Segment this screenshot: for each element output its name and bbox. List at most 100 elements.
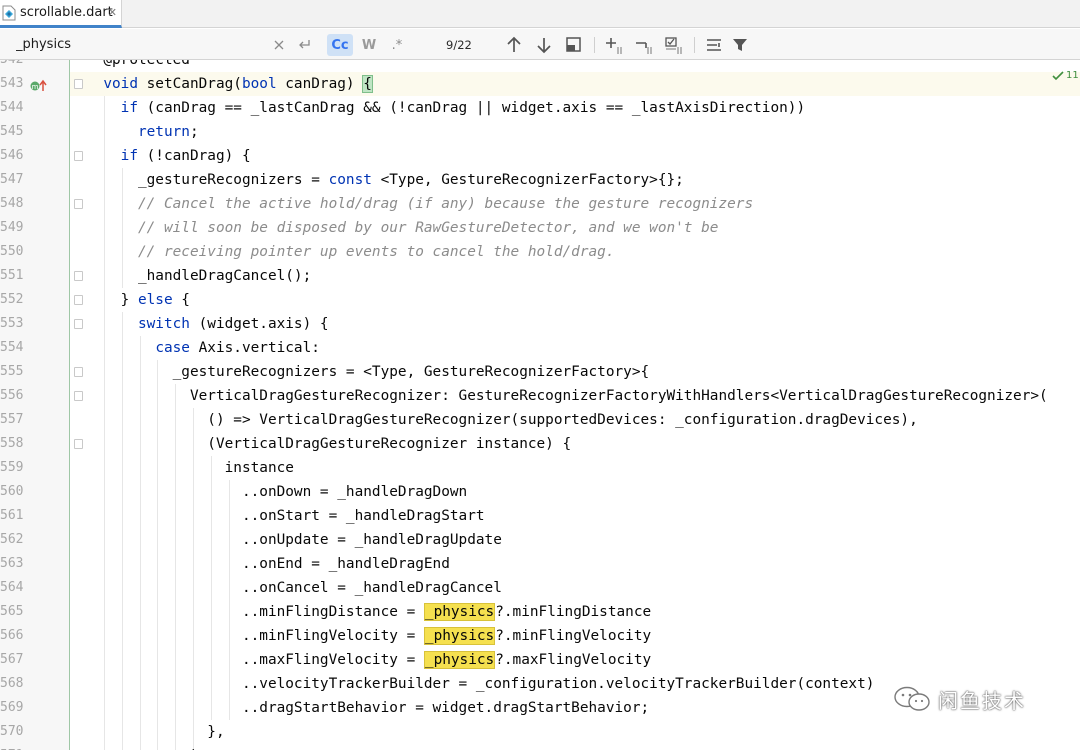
remove-occurrence-icon[interactable] bbox=[632, 33, 656, 57]
code-line[interactable]: 553 switch (widget.axis) { bbox=[0, 312, 1080, 336]
add-occurrence-icon[interactable] bbox=[602, 33, 626, 57]
line-code: // will soon be disposed by our RawGestu… bbox=[86, 220, 719, 236]
line-number: 548 bbox=[0, 196, 24, 211]
check-icon bbox=[1052, 70, 1064, 80]
code-line[interactable]: 559 instance bbox=[0, 456, 1080, 480]
line-code: instance bbox=[86, 460, 294, 476]
line-code: ..onUpdate = _handleDragUpdate bbox=[86, 532, 502, 548]
wechat-logo-icon bbox=[894, 686, 930, 711]
code-line[interactable]: 543 void setCanDrag(bool canDrag) { bbox=[0, 72, 1080, 96]
line-number: 567 bbox=[0, 652, 24, 667]
code-line[interactable]: 552 } else { bbox=[0, 288, 1080, 312]
code-line[interactable]: 567 ..maxFlingVelocity = _physics?.maxFl… bbox=[0, 648, 1080, 672]
line-code: @protected bbox=[86, 60, 190, 68]
search-history-icon[interactable] bbox=[296, 34, 312, 56]
line-number: 563 bbox=[0, 556, 24, 571]
fold-marker[interactable] bbox=[74, 391, 83, 401]
code-line[interactable]: 544 if (canDrag == _lastCanDrag && (!can… bbox=[0, 96, 1080, 120]
fold-marker[interactable] bbox=[74, 295, 83, 305]
tab-scrollable-dart[interactable]: scrollable.dart ✕ bbox=[0, 0, 122, 28]
line-code: case Axis.vertical: bbox=[155, 340, 320, 356]
line-code: // receiving pointer up events to cancel… bbox=[86, 244, 615, 260]
line-number: 543 bbox=[0, 76, 24, 91]
line-number: 546 bbox=[0, 148, 24, 163]
next-occurrence-icon[interactable] bbox=[532, 33, 556, 57]
override-method-icon[interactable]: m bbox=[30, 78, 48, 92]
line-code: ..onStart = _handleDragStart bbox=[86, 508, 485, 524]
line-number: 553 bbox=[0, 316, 24, 331]
clear-search-icon[interactable] bbox=[272, 34, 286, 56]
line-number: 542 bbox=[0, 60, 23, 72]
code-line[interactable]: 562 ..onUpdate = _handleDragUpdate bbox=[0, 528, 1080, 552]
regex-button[interactable]: .* bbox=[388, 34, 406, 56]
line-code: _handleDragCancel(); bbox=[86, 268, 312, 284]
line-number: 560 bbox=[0, 484, 24, 499]
match-case-button[interactable]: Cc bbox=[327, 34, 353, 56]
inspection-widget[interactable]: 11 bbox=[1052, 70, 1079, 81]
line-code: ..velocityTrackerBuilder = _configuratio… bbox=[86, 676, 875, 692]
line-number: 562 bbox=[0, 532, 24, 547]
code-line[interactable]: 555 _gestureRecognizers = <Type, Gesture… bbox=[0, 360, 1080, 384]
code-line[interactable]: 560 ..onDown = _handleDragDown bbox=[0, 480, 1080, 504]
find-bar: Cc W .* 9/22 bbox=[0, 29, 1080, 60]
code-editor[interactable]: 542 @protected543 void setCanDrag(bool c… bbox=[0, 60, 1080, 750]
code-line[interactable]: 547 _gestureRecognizers = const <Type, G… bbox=[0, 168, 1080, 192]
fold-marker[interactable] bbox=[74, 79, 83, 89]
line-code: }, bbox=[86, 724, 225, 740]
line-code: } else { bbox=[86, 292, 190, 308]
line-code: ..minFlingDistance = _physics?.minFlingD… bbox=[86, 603, 652, 621]
code-line[interactable]: 566 ..minFlingVelocity = _physics?.minFl… bbox=[0, 624, 1080, 648]
code-line[interactable]: 556 VerticalDragGestureRecognizer: Gestu… bbox=[0, 384, 1080, 408]
line-number: 552 bbox=[0, 292, 24, 307]
code-line[interactable]: 571 ), bbox=[0, 744, 1080, 750]
filter-icon[interactable] bbox=[728, 33, 752, 57]
fold-marker[interactable] bbox=[74, 439, 83, 449]
line-code: () => VerticalDragGestureRecognizer(supp… bbox=[86, 412, 918, 428]
fold-marker[interactable] bbox=[74, 271, 83, 281]
line-code: // Cancel the active hold/drag (if any) … bbox=[86, 196, 754, 212]
code-line[interactable]: 558 (VerticalDragGestureRecognizer insta… bbox=[0, 432, 1080, 456]
line-code: ..minFlingVelocity = _physics?.minFlingV… bbox=[86, 627, 652, 645]
inspection-count: 11 bbox=[1066, 70, 1079, 81]
fold-marker[interactable] bbox=[74, 367, 83, 377]
code-line[interactable]: 550 // receiving pointer up events to ca… bbox=[0, 240, 1080, 264]
code-line[interactable]: 546 if (!canDrag) { bbox=[0, 144, 1080, 168]
line-number: 571 bbox=[0, 744, 23, 750]
previous-occurrence-icon[interactable] bbox=[502, 33, 526, 57]
line-code: ..onCancel = _handleDragCancel bbox=[86, 580, 502, 596]
multiline-icon[interactable] bbox=[702, 33, 726, 57]
code-line[interactable]: 570 }, bbox=[0, 720, 1080, 744]
fold-marker[interactable] bbox=[74, 199, 83, 209]
code-line[interactable]: 563 ..onEnd = _handleDragEnd bbox=[0, 552, 1080, 576]
code-line[interactable]: 545 return; bbox=[0, 120, 1080, 144]
line-number: 559 bbox=[0, 460, 24, 475]
line-number: 557 bbox=[0, 412, 24, 427]
line-number: 556 bbox=[0, 388, 24, 403]
svg-text:m: m bbox=[32, 83, 39, 91]
code-line[interactable]: 561 ..onStart = _handleDragStart bbox=[0, 504, 1080, 528]
code-line[interactable]: 554 case Axis.vertical: bbox=[0, 336, 1080, 360]
code-line[interactable]: 565 ..minFlingDistance = _physics?.minFl… bbox=[0, 600, 1080, 624]
line-code: VerticalDragGestureRecognizer: GestureRe… bbox=[86, 388, 1048, 404]
code-line[interactable]: 564 ..onCancel = _handleDragCancel bbox=[0, 576, 1080, 600]
line-number: 566 bbox=[0, 628, 24, 643]
whole-words-button[interactable]: W bbox=[358, 34, 380, 56]
find-in-window-icon[interactable] bbox=[562, 33, 586, 57]
fold-marker[interactable] bbox=[74, 319, 83, 329]
line-number: 547 bbox=[0, 172, 24, 187]
fold-marker[interactable] bbox=[74, 151, 83, 161]
code-line[interactable]: 542 @protected bbox=[0, 60, 1080, 72]
line-code: _gestureRecognizers = const <Type, Gestu… bbox=[86, 172, 684, 188]
line-number: 564 bbox=[0, 580, 24, 595]
dart-file-icon bbox=[2, 5, 16, 21]
code-line[interactable]: 548 // Cancel the active hold/drag (if a… bbox=[0, 192, 1080, 216]
code-line[interactable]: 549 // will soon be disposed by our RawG… bbox=[0, 216, 1080, 240]
select-all-occurrences-icon[interactable] bbox=[662, 33, 686, 57]
line-number: 570 bbox=[0, 724, 24, 739]
tab-title: scrollable.dart bbox=[20, 5, 113, 20]
tab-close-icon[interactable]: ✕ bbox=[108, 6, 117, 19]
line-number: 558 bbox=[0, 436, 24, 451]
code-line[interactable]: 551 _handleDragCancel(); bbox=[0, 264, 1080, 288]
code-line[interactable]: 557 () => VerticalDragGestureRecognizer(… bbox=[0, 408, 1080, 432]
line-code: ), bbox=[86, 744, 207, 750]
